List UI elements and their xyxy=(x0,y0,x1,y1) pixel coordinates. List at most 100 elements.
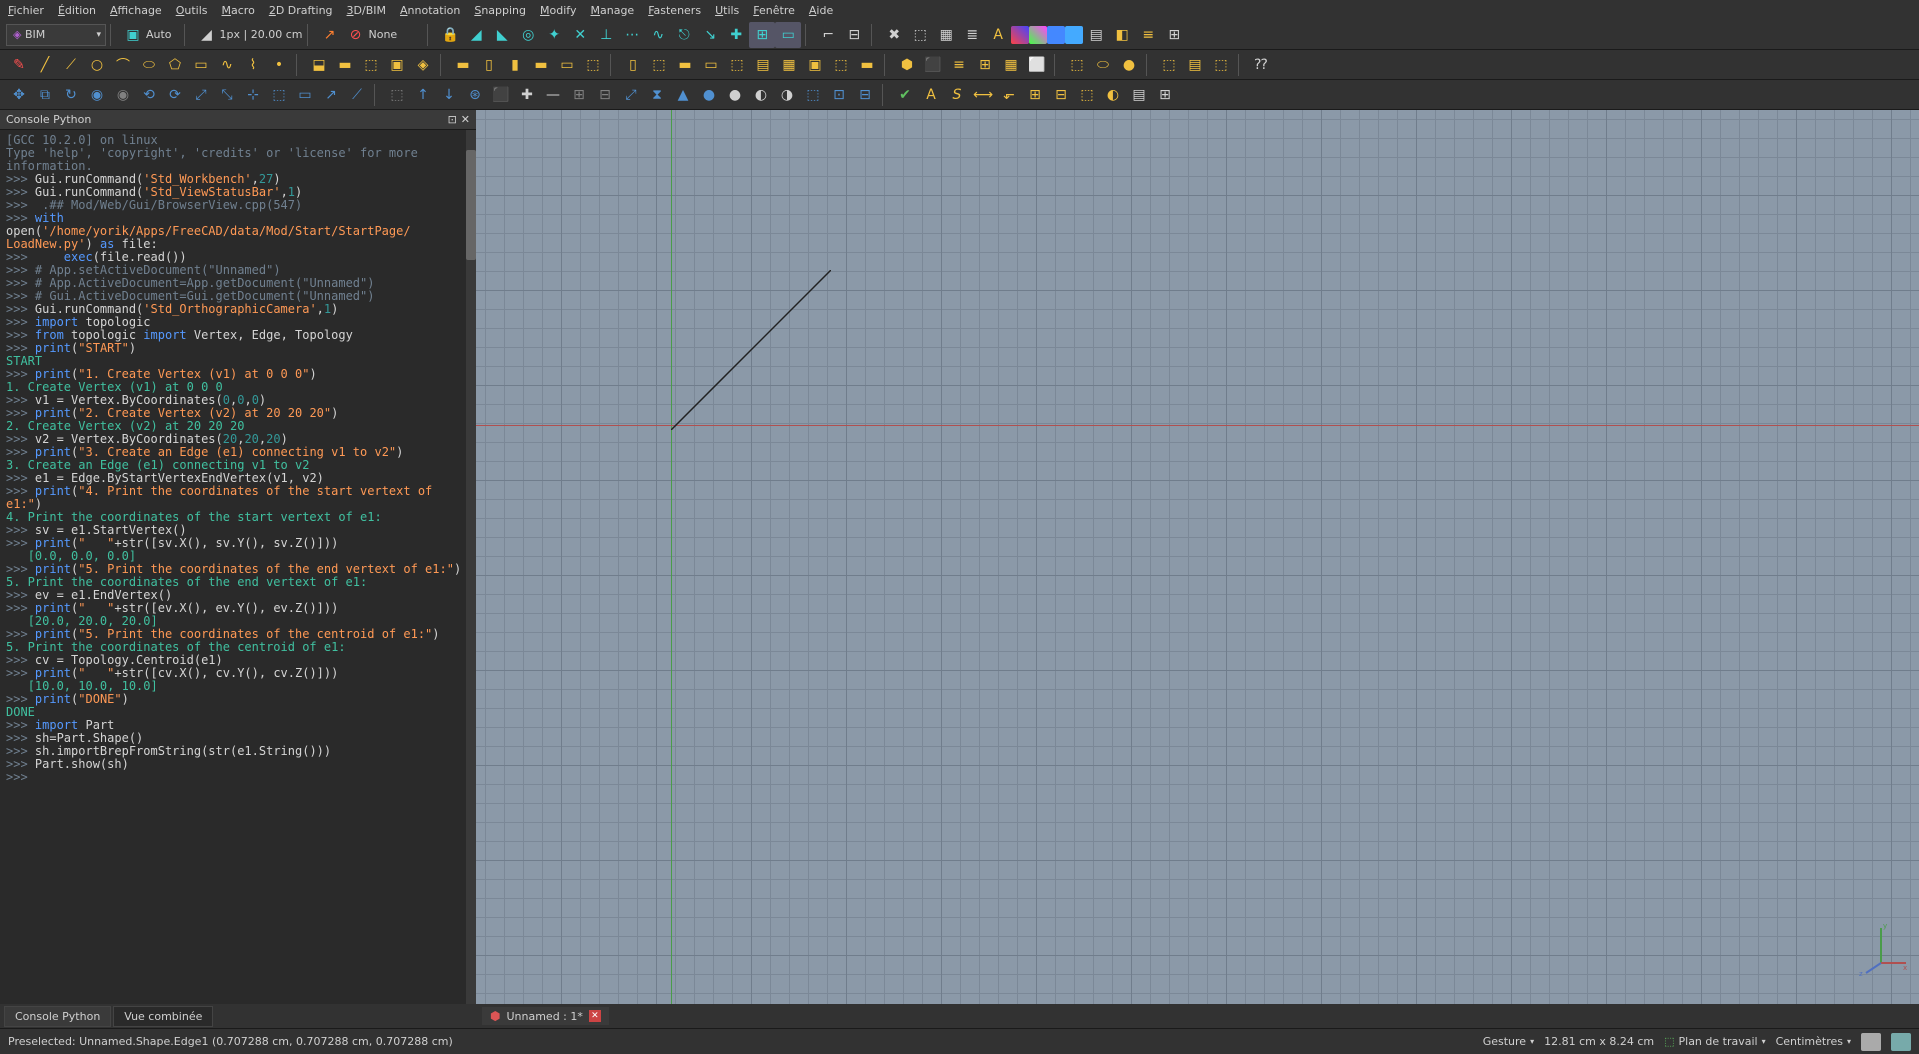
workplane-selector[interactable]: ⬚ Plan de travail▾ xyxy=(1664,1035,1766,1048)
schedule-icon[interactable]: ⊞ xyxy=(1161,22,1187,48)
snap-perpendicular-icon[interactable]: ⊥ xyxy=(593,22,619,48)
color-icon-4[interactable] xyxy=(1065,26,1083,44)
move-icon[interactable]: ✥ xyxy=(6,82,32,108)
scale-icon[interactable]: ⬚ xyxy=(266,82,292,108)
section-icon[interactable]: ▦ xyxy=(998,52,1024,78)
menu-outils[interactable]: Outils xyxy=(176,4,208,17)
box3d-icon[interactable]: ⬚ xyxy=(1064,52,1090,78)
close-holes-icon[interactable]: ⊟ xyxy=(852,82,878,108)
window-icon[interactable]: ▣ xyxy=(384,52,410,78)
page-icon[interactable]: ▤ xyxy=(1126,82,1152,108)
level-icon[interactable]: ≡ xyxy=(946,52,972,78)
ellipse-icon[interactable]: ⬭ xyxy=(136,52,162,78)
library-icon[interactable]: ▤ xyxy=(750,52,776,78)
snap-grid-icon[interactable]: ⊞ xyxy=(749,22,775,48)
polygon-icon[interactable]: ⬠ xyxy=(162,52,188,78)
slab-icon[interactable]: ▬ xyxy=(528,52,554,78)
pipe-icon[interactable]: ⬚ xyxy=(646,52,672,78)
beam-icon[interactable]: ▭ xyxy=(554,52,580,78)
menu-snapping[interactable]: Snapping xyxy=(474,4,526,17)
sectionplane-icon[interactable]: ◐ xyxy=(1100,82,1126,108)
simple-icon[interactable]: ⬚ xyxy=(800,82,826,108)
menu-annotation[interactable]: Annotation xyxy=(400,4,460,17)
stretch-icon[interactable]: ▭ xyxy=(292,82,318,108)
roof-icon[interactable]: ◈ xyxy=(410,52,436,78)
equipment-icon[interactable]: ▦ xyxy=(776,52,802,78)
curtain-icon[interactable]: ▭ xyxy=(698,52,724,78)
scrollbar-track[interactable] xyxy=(466,130,476,1004)
linewidth-icon[interactable]: ◢ xyxy=(194,22,220,48)
snap-intersection-icon[interactable]: ✕ xyxy=(567,22,593,48)
snap-ortho-icon[interactable]: ✚ xyxy=(723,22,749,48)
up-icon[interactable]: ↑ xyxy=(410,82,436,108)
none-icon[interactable]: ⊘ xyxy=(343,22,369,48)
panel-tab-1[interactable]: Vue combinée xyxy=(113,1006,213,1027)
snap-dimensions-icon[interactable]: ⌐ xyxy=(815,22,841,48)
fence-icon[interactable]: ▮ xyxy=(502,52,528,78)
list-icon[interactable]: ≡ xyxy=(1135,22,1161,48)
status-action-1-icon[interactable] xyxy=(1861,1033,1881,1051)
snap-angle-icon[interactable]: ✦ xyxy=(541,22,567,48)
auto-icon[interactable]: ▣ xyxy=(120,22,146,48)
split-icon[interactable]: ⊹ xyxy=(240,82,266,108)
shape2d-icon[interactable]: ⊛ xyxy=(462,82,488,108)
cylinder-icon[interactable]: ⬭ xyxy=(1090,52,1116,78)
trimex-icon[interactable]: ⤢ xyxy=(188,82,214,108)
stack-icon[interactable]: ≣ xyxy=(959,22,985,48)
join-icon[interactable]: ⤡ xyxy=(214,82,240,108)
preflight-icon[interactable]: ⬚ xyxy=(1208,52,1234,78)
rectangle-icon[interactable]: ▭ xyxy=(188,52,214,78)
panel-tab-0[interactable]: Console Python xyxy=(4,1006,111,1027)
arc-icon[interactable]: ⌒ xyxy=(110,52,136,78)
bezier-icon[interactable]: ⌇ xyxy=(240,52,266,78)
color-icon-1[interactable] xyxy=(1011,26,1029,44)
snap-parallel-icon[interactable]: ∿ xyxy=(645,22,671,48)
label-icon[interactable]: ⬐ xyxy=(996,82,1022,108)
line-icon[interactable]: ╱ xyxy=(32,52,58,78)
common-icon[interactable]: ◐ xyxy=(748,82,774,108)
component-icon[interactable]: ▣ xyxy=(802,52,828,78)
cut-icon[interactable]: ⬛ xyxy=(488,82,514,108)
add-icon[interactable]: ✚ xyxy=(514,82,540,108)
point-icon[interactable]: • xyxy=(266,52,292,78)
sheet-icon[interactable]: ▤ xyxy=(1083,22,1109,48)
copy-icon[interactable]: ⧉ xyxy=(32,82,58,108)
text-a-icon[interactable]: A xyxy=(985,22,1011,48)
stairs-icon[interactable]: ⬚ xyxy=(580,52,606,78)
menu-modify[interactable]: Modify xyxy=(540,4,576,17)
down-icon[interactable]: ↓ xyxy=(436,82,462,108)
arrow-icon[interactable]: ↗ xyxy=(317,22,343,48)
site-icon[interactable]: ⬢ xyxy=(894,52,920,78)
shapestring-icon[interactable]: S xyxy=(944,82,970,108)
nav-style-selector[interactable]: Gesture▾ xyxy=(1483,1035,1534,1048)
sketch-icon[interactable]: ✎ xyxy=(6,52,32,78)
navigation-cube[interactable]: y x z xyxy=(1851,918,1911,978)
snap-midpoint-icon[interactable]: ◣ xyxy=(489,22,515,48)
menu-dition[interactable]: Édition xyxy=(58,4,96,17)
close-panel-icon[interactable]: ✕ xyxy=(461,113,470,126)
project-icon[interactable]: ⬚ xyxy=(1156,52,1182,78)
workbench-selector[interactable]: ◈ BIM xyxy=(6,24,106,46)
edge-shape[interactable] xyxy=(671,270,831,430)
menu-affichage[interactable]: Affichage xyxy=(110,4,162,17)
manage-icon[interactable]: ▤ xyxy=(1182,52,1208,78)
fuse-icon[interactable]: ● xyxy=(722,82,748,108)
snap-near-icon[interactable]: ↘ xyxy=(697,22,723,48)
units-selector[interactable]: Centimètres▾ xyxy=(1776,1035,1851,1048)
tools-icon[interactable]: ✖ xyxy=(881,22,907,48)
help-icon[interactable]: ⁇ xyxy=(1248,52,1274,78)
reference-icon[interactable]: ⬚ xyxy=(828,52,854,78)
text-icon[interactable]: A xyxy=(918,82,944,108)
console-body[interactable]: [GCC 10.2.0] on linuxType 'help', 'copyr… xyxy=(0,130,476,1004)
circle-icon[interactable]: ○ xyxy=(84,52,110,78)
menu-fichier[interactable]: Fichier xyxy=(8,4,44,17)
draft2sketch-icon[interactable]: ↗ xyxy=(318,82,344,108)
menu-manage[interactable]: Manage xyxy=(590,4,634,17)
color-icon-3[interactable] xyxy=(1047,26,1065,44)
menu-fasteners[interactable]: Fasteners xyxy=(648,4,701,17)
offset2d-icon[interactable]: ⟳ xyxy=(162,82,188,108)
extrude-icon[interactable]: ⬚ xyxy=(384,82,410,108)
rotate-icon[interactable]: ↻ xyxy=(58,82,84,108)
sphere-icon[interactable]: ● xyxy=(1116,52,1142,78)
box-icon[interactable]: ⬚ xyxy=(907,22,933,48)
